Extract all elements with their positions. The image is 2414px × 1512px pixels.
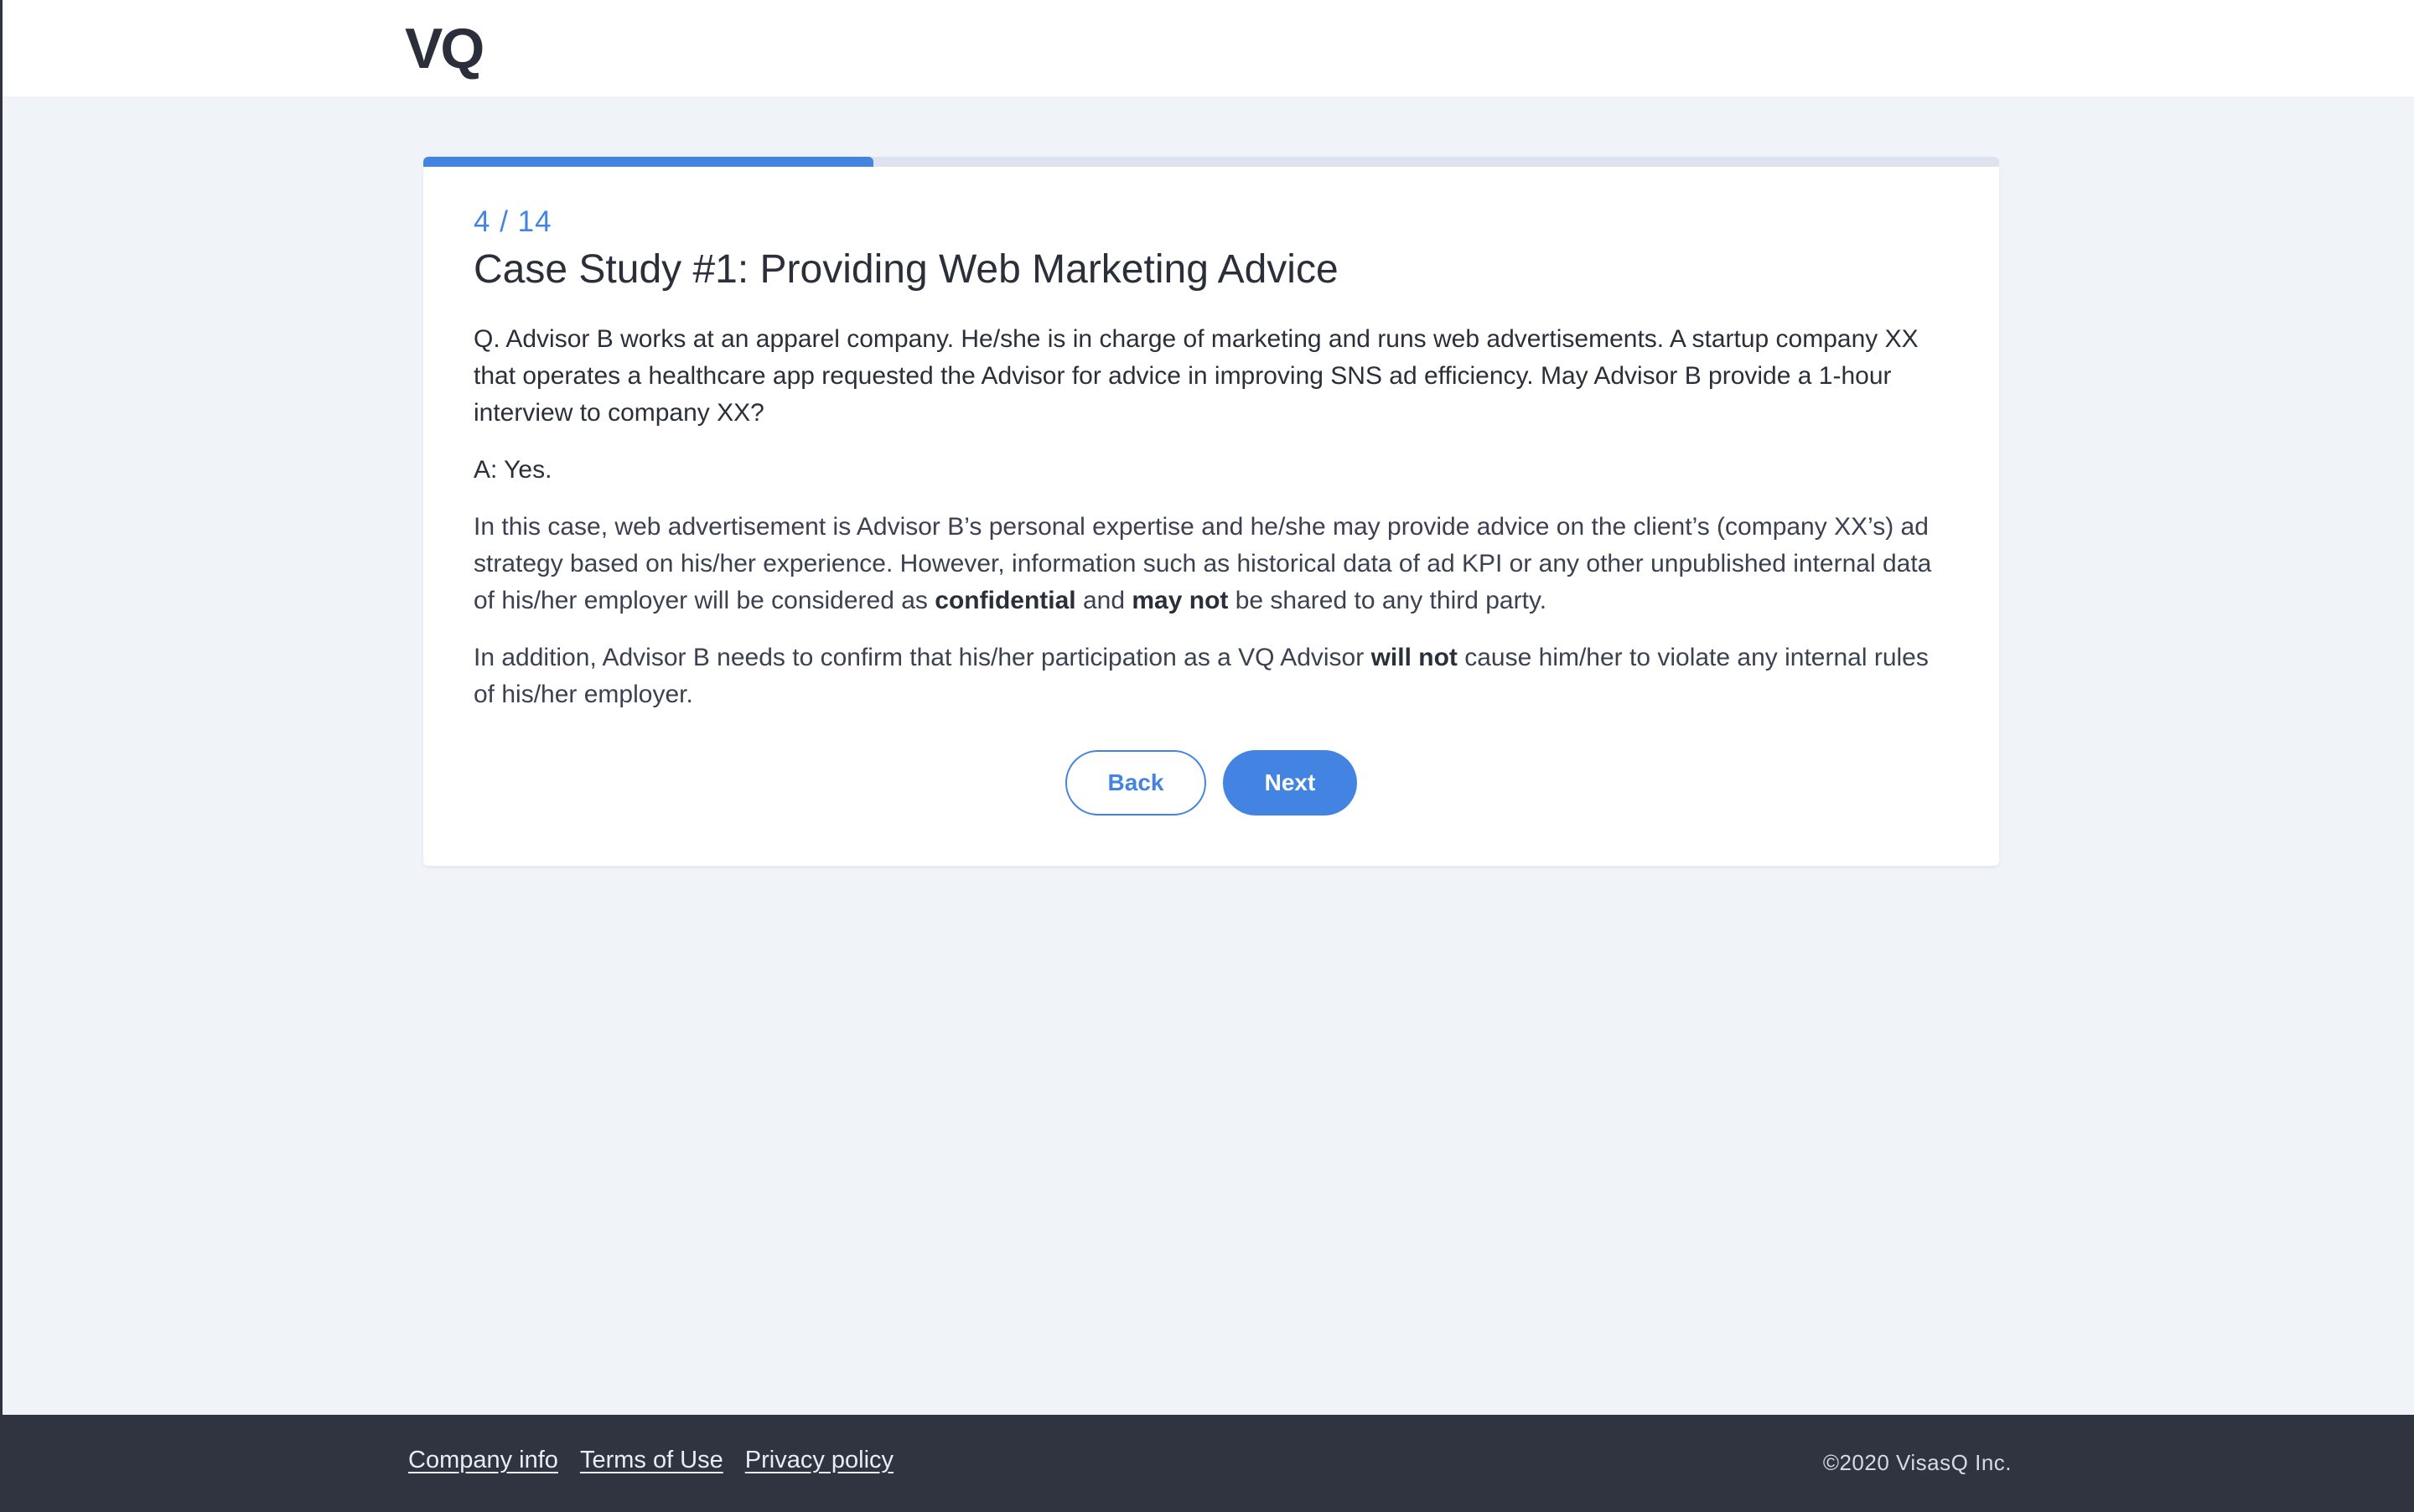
footer: Company info Terms of Use Privacy policy… <box>3 1415 2414 1512</box>
quiz-card-wrapper: 4 / 14 Case Study #1: Providing Web Mark… <box>423 157 1999 866</box>
step-counter: 4 / 14 <box>474 205 552 238</box>
explanation-part-2: and <box>1075 587 1132 614</box>
explanation-text: In this case, web advertisement is Advis… <box>474 509 1949 619</box>
footer-link-company-info[interactable]: Company info <box>408 1447 558 1474</box>
footer-link-privacy-policy[interactable]: Privacy policy <box>745 1447 894 1474</box>
page: VQ 4 / 14 Case Study #1: Providing Web M… <box>0 0 2414 1512</box>
emphasis-will-not: will not <box>1370 644 1458 671</box>
next-button[interactable]: Next <box>1223 750 1357 816</box>
footer-link-terms-of-use[interactable]: Terms of Use <box>580 1447 723 1474</box>
copyright-text: ©2020 VisasQ Inc. <box>1822 1450 2012 1475</box>
addition-part-1: In addition, Advisor B needs to confirm … <box>474 644 1371 671</box>
page-title: Case Study #1: Providing Web Marketing A… <box>474 247 1339 292</box>
emphasis-may-not: may not <box>1132 587 1229 614</box>
quiz-card: 4 / 14 Case Study #1: Providing Web Mark… <box>423 167 1999 866</box>
answer-text: A: Yes. <box>474 456 552 484</box>
vq-logo[interactable]: VQ <box>405 15 484 82</box>
question-text: Q. Advisor B works at an apparel company… <box>474 325 1919 427</box>
explanation-part-3: be shared to any third party. <box>1228 587 1547 614</box>
navigation-buttons: Back Next <box>474 750 1949 816</box>
header: VQ <box>3 0 2414 96</box>
emphasis-confidential: confidential <box>935 587 1076 614</box>
progress-bar-fill <box>423 157 874 167</box>
footer-links: Company info Terms of Use Privacy policy <box>408 1447 894 1474</box>
addition-text: In addition, Advisor B needs to confirm … <box>474 639 1949 713</box>
progress-bar <box>423 157 1999 167</box>
back-button[interactable]: Back <box>1065 750 1206 816</box>
